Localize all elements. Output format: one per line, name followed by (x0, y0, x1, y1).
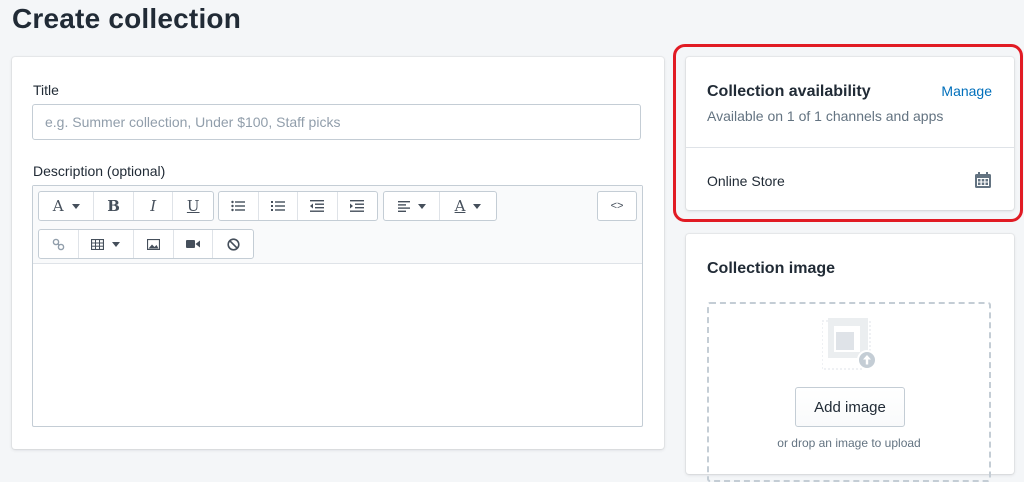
clear-format-icon (227, 237, 240, 251)
video-icon (186, 240, 201, 248)
clear-formatting-button[interactable] (213, 230, 253, 258)
image-icon (146, 238, 160, 250)
insert-image-button[interactable] (134, 230, 174, 258)
outdent-button[interactable] (298, 192, 338, 220)
collection-image-card: Collection image Add image or drop an im… (686, 234, 1014, 482)
italic-button[interactable]: I (134, 192, 174, 220)
editor-toolbar: A B I U A <> (33, 186, 642, 264)
schedule-availability-button[interactable] (974, 171, 992, 194)
text-color-label: A (454, 197, 466, 215)
link-icon (52, 238, 65, 250)
chevron-down-icon (473, 203, 482, 209)
indent-icon (350, 200, 365, 212)
indent-button[interactable] (338, 192, 377, 220)
collection-form-card: Title Description (optional) A B I U (12, 57, 664, 449)
chevron-down-icon (71, 203, 80, 209)
image-dropzone[interactable]: Add image or drop an image to upload (707, 302, 991, 482)
image-upload-icon (822, 318, 877, 370)
bulleted-list-button[interactable] (219, 192, 259, 220)
page-title: Create collection (12, 3, 242, 34)
availability-subtitle: Available on 1 of 1 channels and apps (707, 108, 944, 124)
font-format-dropdown[interactable]: A (39, 192, 95, 220)
description-label: Description (optional) (33, 163, 166, 179)
code-group: <> (597, 191, 637, 221)
alignment-group: A (383, 191, 497, 221)
alignment-dropdown[interactable] (384, 192, 441, 220)
insert-link-button[interactable] (39, 230, 79, 258)
title-input[interactable] (32, 104, 641, 140)
code-view-button[interactable]: <> (598, 192, 636, 220)
chevron-down-icon (417, 203, 426, 209)
calendar-icon (975, 172, 991, 188)
outdent-icon (310, 200, 325, 212)
text-style-group: A B I U (38, 191, 214, 221)
image-card-title: Collection image (707, 260, 836, 277)
description-editor: A B I U A <> (32, 185, 643, 427)
insert-video-button[interactable] (174, 230, 214, 258)
channel-online-store: Online Store (707, 173, 785, 189)
list-group (218, 191, 378, 221)
list-numbered-icon (270, 201, 285, 211)
insert-group (38, 229, 254, 259)
manage-link[interactable]: Manage (941, 83, 992, 99)
font-format-label: A (52, 197, 64, 215)
list-bullet-icon (231, 200, 246, 212)
collection-availability-card: Collection availability Manage Available… (686, 57, 1014, 210)
add-image-button[interactable]: Add image (795, 387, 905, 427)
availability-title: Collection availability (707, 83, 871, 100)
underline-button[interactable]: U (173, 192, 213, 220)
title-label: Title (33, 82, 59, 98)
text-color-dropdown[interactable]: A (440, 192, 496, 220)
drop-hint-text: or drop an image to upload (777, 436, 921, 450)
table-icon (91, 238, 105, 250)
description-content-area[interactable] (33, 264, 642, 426)
align-left-icon (397, 200, 410, 212)
insert-table-dropdown[interactable] (79, 230, 135, 258)
bold-button[interactable]: B (94, 192, 134, 220)
chevron-down-icon (112, 241, 121, 247)
numbered-list-button[interactable] (259, 192, 298, 220)
divider (686, 147, 1014, 148)
